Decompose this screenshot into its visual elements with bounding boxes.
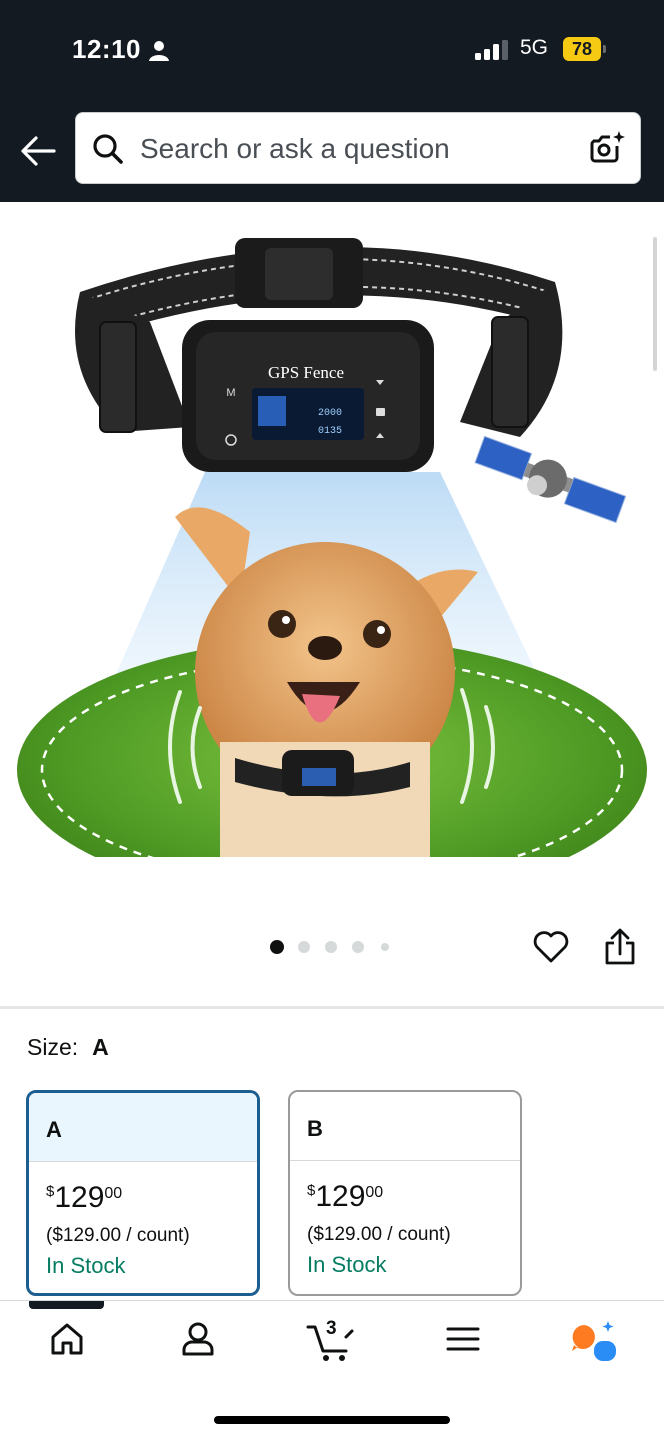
carousel-dot-5[interactable] bbox=[381, 943, 389, 951]
battery-level: 78 bbox=[563, 37, 601, 61]
status-bar: 12:10 5G 78 bbox=[0, 0, 664, 100]
size-selected-value: A bbox=[92, 1034, 109, 1060]
active-tab-indicator bbox=[29, 1301, 104, 1309]
price-whole: 129 bbox=[54, 1181, 105, 1214]
carousel-dot-2[interactable] bbox=[298, 941, 310, 953]
battery-tip bbox=[603, 45, 606, 53]
signal-icon bbox=[475, 40, 508, 60]
screen-distance-value: 2000 bbox=[318, 408, 342, 419]
size-option-name: B bbox=[307, 1116, 323, 1141]
size-label: Size: bbox=[27, 1034, 79, 1060]
device-mode-button: M bbox=[226, 387, 235, 399]
stock-status: In Stock bbox=[46, 1253, 126, 1278]
size-option-name: A bbox=[46, 1117, 62, 1142]
share-icon[interactable] bbox=[603, 928, 637, 966]
network-type: 5G bbox=[520, 36, 549, 59]
section-divider bbox=[0, 1006, 664, 1009]
cart-count-badge: 3 bbox=[326, 1318, 337, 1339]
unit-price: ($129.00 / count) bbox=[307, 1224, 451, 1245]
home-indicator[interactable] bbox=[214, 1416, 450, 1424]
search-input[interactable] bbox=[138, 125, 572, 173]
stock-status: In Stock bbox=[307, 1252, 387, 1277]
device-brand-label: GPS Fence bbox=[268, 363, 344, 382]
person-icon bbox=[149, 41, 169, 61]
price-cents: 00 bbox=[104, 1185, 123, 1202]
status-time: 12:10 bbox=[72, 34, 141, 64]
camera-search-icon[interactable] bbox=[588, 129, 626, 167]
search-bar[interactable] bbox=[75, 112, 641, 184]
size-selector-label: Size: A bbox=[27, 1034, 109, 1061]
price-symbol: $ bbox=[307, 1182, 316, 1199]
top-bar: 12:10 5G 78 bbox=[0, 0, 664, 202]
price-cents: 00 bbox=[365, 1184, 384, 1201]
carousel-dot-3[interactable] bbox=[325, 941, 337, 953]
price: $12900 bbox=[307, 1180, 383, 1214]
heart-icon[interactable] bbox=[532, 928, 570, 964]
size-option-header: A bbox=[29, 1093, 257, 1162]
image-scrollbar[interactable] bbox=[653, 237, 657, 371]
product-image[interactable]: GPS Fence 2000 0135 M bbox=[0, 202, 664, 902]
account-icon[interactable] bbox=[180, 1321, 216, 1357]
menu-icon[interactable] bbox=[446, 1321, 480, 1357]
rufus-ai-icon[interactable] bbox=[570, 1319, 618, 1365]
price-symbol: $ bbox=[46, 1183, 55, 1200]
size-option-a[interactable]: A $12900 ($129.00 / count) In Stock bbox=[26, 1090, 260, 1296]
price-whole: 129 bbox=[315, 1180, 366, 1213]
screen-time-value: 0135 bbox=[318, 426, 342, 437]
back-arrow-icon[interactable] bbox=[20, 134, 56, 168]
home-icon[interactable] bbox=[49, 1321, 85, 1357]
price: $12900 bbox=[46, 1181, 122, 1215]
size-option-header: B bbox=[290, 1092, 520, 1161]
unit-price: ($129.00 / count) bbox=[46, 1225, 190, 1246]
carousel-dot-1[interactable] bbox=[270, 940, 284, 954]
search-icon[interactable] bbox=[92, 133, 124, 165]
size-option-b[interactable]: B $12900 ($129.00 / count) In Stock bbox=[288, 1090, 522, 1296]
carousel-dot-4[interactable] bbox=[352, 941, 364, 953]
